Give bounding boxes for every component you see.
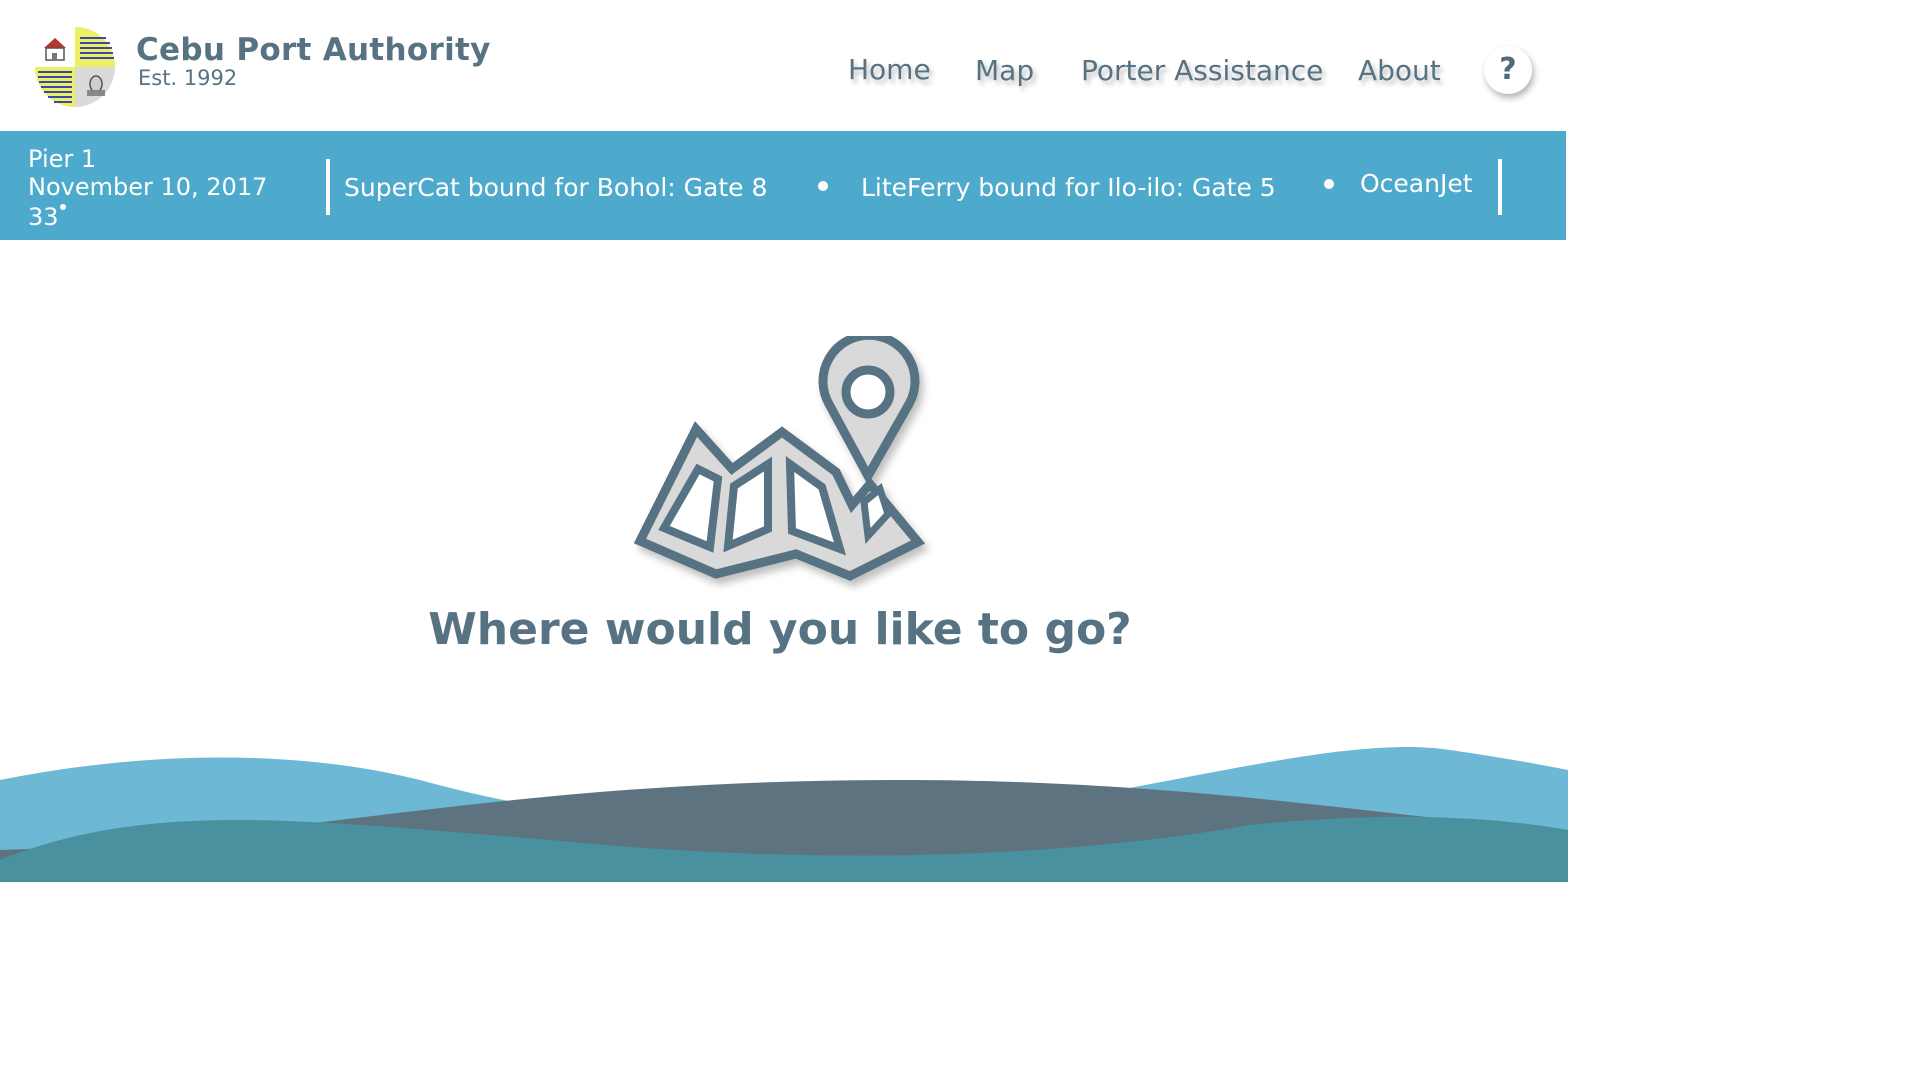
bullet-icon (818, 181, 828, 191)
nav-map-link[interactable]: Map (975, 54, 1034, 87)
ticker-item: OceanJet (1360, 169, 1473, 198)
question-mark-icon: ? (1499, 52, 1517, 87)
waves-decoration (0, 747, 1568, 882)
logo-icon (35, 27, 115, 107)
divider (326, 159, 330, 215)
temperature: 33 (28, 203, 59, 231)
nav-home-link[interactable]: Home (848, 53, 931, 86)
destination-prompt: Where would you like to go? (428, 604, 1132, 655)
divider (1498, 159, 1502, 215)
pier-location: Pier 1 (28, 145, 97, 173)
current-date: November 10, 2017 (28, 173, 268, 201)
degree-icon (60, 204, 66, 210)
ticker-item: SuperCat bound for Bohol: Gate 8 (344, 173, 768, 202)
site-subtitle: Est. 1992 (138, 66, 238, 90)
info-bar: Pier 1 November 10, 2017 33 SuperCat bou… (0, 131, 1566, 240)
bullet-icon (1324, 179, 1334, 189)
nav-about-link[interactable]: About (1358, 54, 1441, 87)
nav-porter-assistance-link[interactable]: Porter Assistance (1081, 54, 1323, 87)
help-button[interactable]: ? (1484, 46, 1532, 94)
site-title: Cebu Port Authority (136, 32, 491, 68)
map-pin-icon[interactable] (630, 336, 940, 592)
ticker-item: LiteFerry bound for Ilo-ilo: Gate 5 (861, 173, 1276, 202)
